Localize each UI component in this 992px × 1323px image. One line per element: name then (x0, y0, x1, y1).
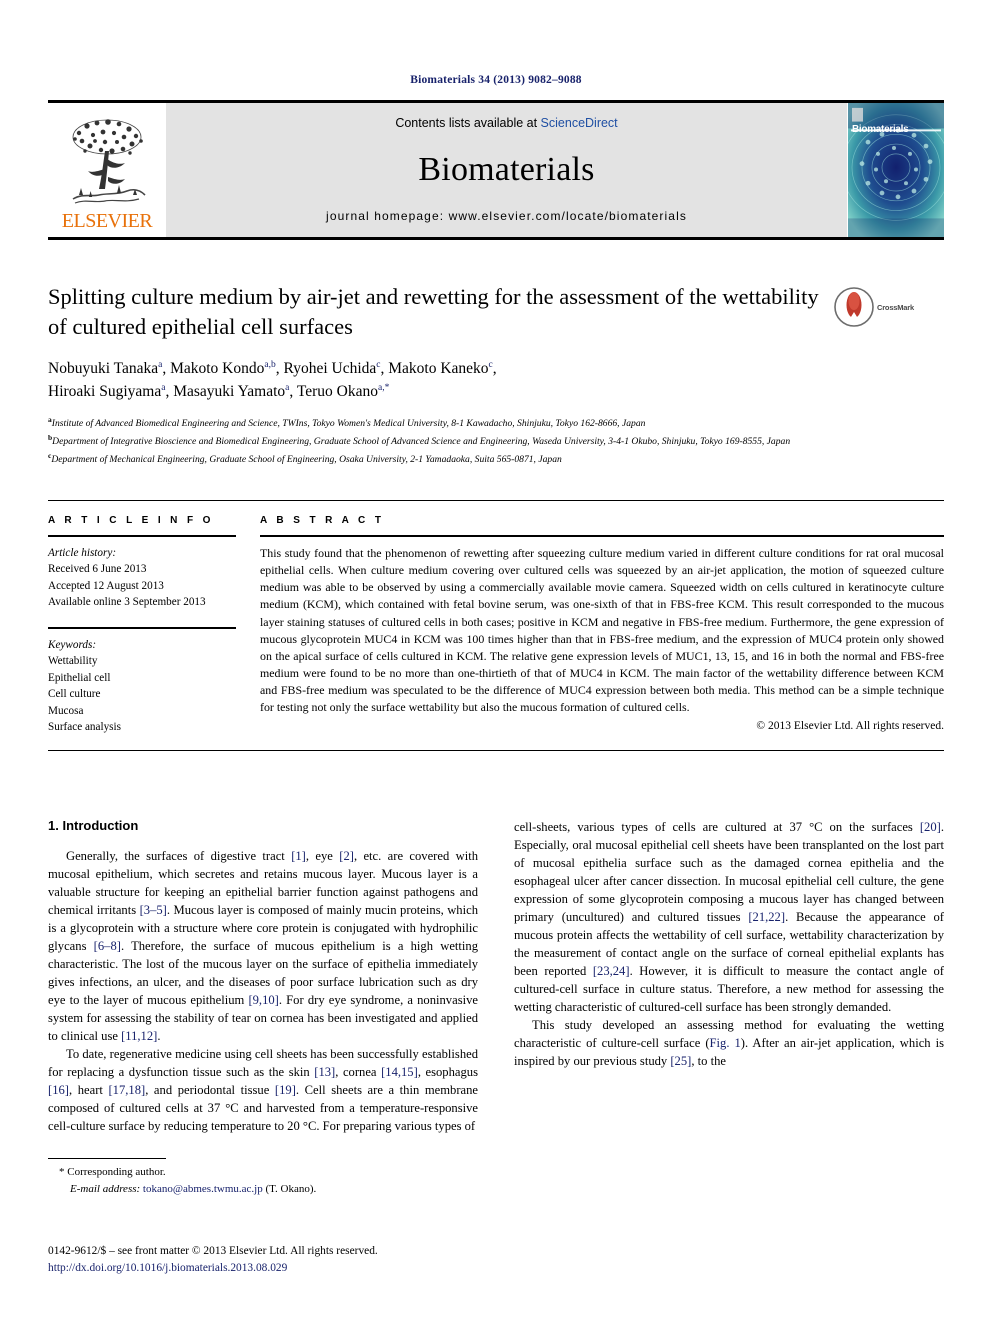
keywords-block: Keywords: Wettability Epithelial cell Ce… (48, 637, 236, 736)
abstract-heading: A B S T R A C T (260, 515, 385, 526)
contents-prefix: Contents lists available at (395, 116, 541, 130)
elsevier-wordmark: ELSEVIER (61, 210, 153, 232)
keywords-divider (48, 626, 236, 629)
masthead-center: Contents lists available at ScienceDirec… (166, 103, 847, 237)
keyword-item: Wettability (48, 655, 98, 668)
author-affiliation-mark: a (285, 382, 290, 393)
author-item: Ryohei Uchidac (283, 360, 381, 378)
intro-paragraph-2-part-left: To date, regenerative medicine using cel… (48, 1047, 478, 1133)
author-affiliation-mark: a,b (264, 360, 276, 371)
author-item: Hiroaki Sugiyamaa (48, 382, 166, 400)
author-item: Masayuki Yamatoa (173, 382, 290, 400)
running-head: Biomaterials 34 (2013) 9082–9088 (410, 74, 582, 86)
author-affiliation-mark: c (488, 360, 493, 371)
author-line-2: Hiroaki Sugiyamaa, Masayuki Yamatoa, Ter… (48, 382, 390, 400)
abstract-text: This study found that the phenomenon of … (260, 546, 944, 715)
intro-paragraph-2-part-right: cell-sheets, various types of cells are … (514, 820, 945, 1014)
page-title: Splitting culture medium by air-jet and … (48, 284, 819, 339)
article-info-heading: A R T I C L E I N F O (48, 515, 214, 526)
abstract-column: A B S T R A C T This study found that th… (260, 515, 944, 736)
journal-homepage-link[interactable]: journal homepage: www.elsevier.com/locat… (326, 209, 687, 223)
body-columns: 1. Introduction Generally, the surfaces … (48, 818, 944, 1135)
affiliation-item: cDepartment of Mechanical Engineering, G… (48, 450, 928, 468)
keyword-item: Mucosa (48, 704, 84, 717)
crossmark-icon (834, 287, 874, 327)
journal-title: Biomaterials (418, 150, 595, 188)
author-item: Makoto Kanekoc (388, 360, 493, 378)
front-matter-line: 0142-9612/$ – see front matter © 2013 El… (48, 1245, 378, 1257)
page-footer: 0142-9612/$ – see front matter © 2013 El… (48, 1243, 608, 1277)
author-item: Teruo Okanoa,* (296, 382, 390, 400)
sciencedirect-link[interactable]: ScienceDirect (541, 116, 618, 130)
keyword-item: Epithelial cell (48, 671, 111, 684)
author-affiliation-mark: a,* (377, 382, 390, 393)
affiliation-text: Department of Integrative Bioscience and… (52, 436, 791, 448)
body-column-left: 1. Introduction Generally, the surfaces … (48, 818, 478, 1135)
doi-link[interactable]: http://dx.doi.org/10.1016/j.biomaterials… (48, 1260, 608, 1277)
author-list: Nobuyuki Tanakaa, Makoto Kondoa,b, Ryohe… (48, 358, 838, 403)
crossmark-label: CrossMark (877, 302, 914, 312)
history-item: Received 6 June 2013 (48, 563, 147, 576)
crossmark-badge[interactable]: CrossMark (834, 286, 922, 328)
section-title-introduction: 1. Introduction (48, 818, 139, 833)
info-divider (48, 535, 236, 537)
body-column-right: cell-sheets, various types of cells are … (514, 818, 944, 1135)
article-history: Article history: Received 6 June 2013 Ac… (48, 545, 236, 611)
email-label: E-mail address: (70, 1182, 141, 1195)
article-history-label: Article history: (48, 547, 117, 559)
author-line-1: Nobuyuki Tanakaa, Makoto Kondoa,b, Ryohe… (48, 360, 497, 378)
history-item: Accepted 12 August 2013 (48, 579, 164, 592)
author-affiliation-mark: c (376, 360, 381, 371)
keyword-item: Surface analysis (48, 721, 122, 734)
history-item: Available online 3 September 2013 (48, 596, 206, 609)
author-item: Makoto Kondoa,b (170, 360, 276, 378)
affiliation-item: bDepartment of Integrative Bioscience an… (48, 432, 928, 450)
intro-paragraph-3: This study developed an assessing method… (514, 1018, 944, 1068)
keyword-item: Cell culture (48, 688, 101, 701)
email-note: E-mail address: tokano@abmes.twmu.ac.jp … (48, 1181, 478, 1198)
email-suffix: (T. Okano). (265, 1182, 317, 1195)
affiliation-text: Institute of Advanced Biomedical Enginee… (51, 418, 646, 430)
info-abstract-panel: A R T I C L E I N F O Article history: R… (48, 500, 944, 751)
title-block: Splitting culture medium by air-jet and … (48, 282, 914, 467)
contents-available-line: Contents lists available at ScienceDirec… (395, 116, 617, 130)
footnote-block: * Corresponding author. E-mail address: … (48, 1158, 478, 1197)
journal-masthead: ELSEVIER Contents lists available at Sci… (48, 100, 944, 240)
abstract-copyright: © 2013 Elsevier Ltd. All rights reserved… (756, 720, 944, 733)
paper-page: Biomaterials 34 (2013) 9082–9088 ELSEVIE… (0, 0, 992, 1323)
affiliation-item: aInstitute of Advanced Biomedical Engine… (48, 414, 928, 432)
elsevier-tree-icon (72, 119, 146, 204)
cover-journal-title: Biomaterials (852, 124, 909, 135)
email-link[interactable]: tokano@abmes.twmu.ac.jp (143, 1183, 263, 1195)
corresponding-author-note: * Corresponding author. (59, 1166, 166, 1178)
abstract-divider (260, 535, 944, 537)
author-affiliation-mark: a (158, 360, 163, 371)
keywords-label: Keywords: (48, 638, 97, 651)
affiliation-list: aInstitute of Advanced Biomedical Engine… (48, 414, 928, 467)
author-item: Nobuyuki Tanakaa (48, 360, 163, 378)
affiliation-text: Department of Mechanical Engineering, Gr… (51, 453, 562, 465)
intro-paragraph-1: Generally, the surfaces of digestive tra… (48, 849, 479, 1043)
article-info-column: A R T I C L E I N F O Article history: R… (48, 515, 260, 736)
journal-cover-thumbnail: Biomaterials (847, 103, 944, 237)
footnote-divider (48, 1158, 166, 1159)
elsevier-logo: ELSEVIER (48, 103, 166, 237)
author-affiliation-mark: a (161, 382, 166, 393)
